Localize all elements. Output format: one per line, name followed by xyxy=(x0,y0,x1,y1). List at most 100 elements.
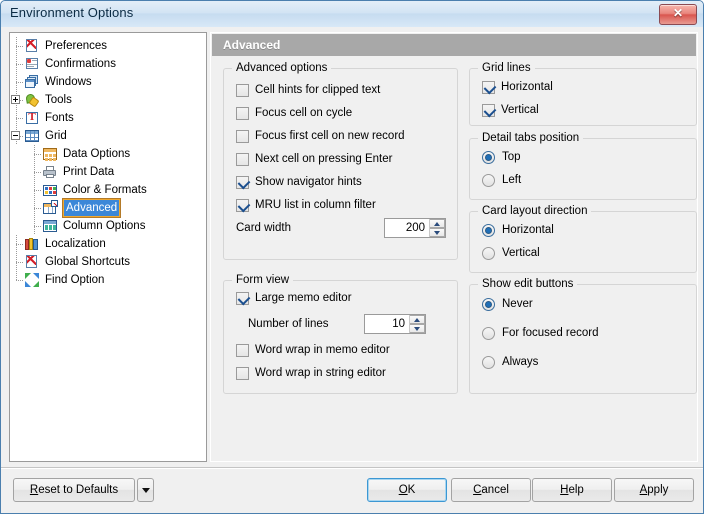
tree-connector-line xyxy=(16,64,23,65)
radio-button-always[interactable] xyxy=(482,356,495,369)
sidebar-item-label: Find Option xyxy=(45,274,105,286)
radio-button-top[interactable] xyxy=(482,151,495,164)
checkbox-box-focus-cell-on-cycle[interactable] xyxy=(236,107,249,120)
checkbox-label-cell-hints-for-clipped-text: Cell hints for clipped text xyxy=(255,84,381,96)
checkbox-label-next-cell-on-pressing-enter: Next cell on pressing Enter xyxy=(255,153,393,165)
radio-label-top: Top xyxy=(502,151,521,163)
checkbox-box-horizontal[interactable] xyxy=(482,81,495,94)
checkbox-box-cell-hints-for-clipped-text[interactable] xyxy=(236,84,249,97)
settings-tree: Preferences Confirmations Windows Tools T Fon… xyxy=(10,33,206,289)
checkbox-box-word-wrap-in-memo-editor[interactable] xyxy=(236,344,249,357)
help-button[interactable]: Help xyxy=(532,478,612,502)
sidebar-item-find-option[interactable]: Find Option xyxy=(10,271,206,289)
sidebar-item-preferences[interactable]: Preferences xyxy=(10,37,206,55)
ok-button-label: OK xyxy=(398,484,416,496)
card-width-increment-button[interactable] xyxy=(430,219,445,228)
checkbox-box-focus-first-cell-on-new-record[interactable] xyxy=(236,130,249,143)
checkbox-label-horizontal: Horizontal xyxy=(501,81,553,93)
radio-button-never[interactable] xyxy=(482,298,495,311)
checkbox-label-large-memo-editor: Large memo editor xyxy=(255,292,352,304)
data-options-icon xyxy=(42,146,58,162)
reset-to-defaults-button[interactable]: Reset to Defaults xyxy=(13,478,135,502)
sidebar-item-label: Column Options xyxy=(63,220,146,232)
tree-connector-line xyxy=(34,208,41,209)
cancel-button[interactable]: Cancel xyxy=(451,478,531,502)
tree-connector-line xyxy=(16,46,23,47)
sidebar-item-global-shortcuts[interactable]: Global Shortcuts xyxy=(10,253,206,271)
tools-icon xyxy=(24,92,40,108)
sidebar-item-label: Grid xyxy=(45,130,67,142)
title-bar: Environment Options ✕ xyxy=(1,1,703,28)
global-shortcuts-icon xyxy=(24,254,40,270)
column-options-icon xyxy=(42,218,58,234)
sidebar-item-print-data[interactable]: Print Data xyxy=(10,163,206,181)
sidebar-item-advanced[interactable]: Advanced xyxy=(10,198,206,218)
tree-connector-line xyxy=(16,244,23,245)
detail-tabs-position-group: Detail tabs position Top Left xyxy=(469,132,697,200)
radio-button-vertical[interactable] xyxy=(482,247,495,260)
card-layout-direction-group-title: Card layout direction xyxy=(478,205,592,217)
sidebar-item-label: Preferences xyxy=(45,40,108,52)
checkbox-box-word-wrap-in-string-editor[interactable] xyxy=(236,367,249,380)
close-button[interactable]: ✕ xyxy=(659,4,697,25)
tree-collapse-icon[interactable] xyxy=(11,131,20,140)
number-of-lines-label: Number of lines xyxy=(248,318,329,330)
number-of-lines-increment-button[interactable] xyxy=(410,315,425,324)
checkbox-box-next-cell-on-pressing-enter[interactable] xyxy=(236,153,249,166)
tree-connector-line xyxy=(16,262,23,263)
sidebar-item-localization[interactable]: Localization xyxy=(10,235,206,253)
sidebar-item-data-options[interactable]: Data Options xyxy=(10,145,206,163)
sidebar-item-label: Print Data xyxy=(63,166,115,178)
sidebar-item-color-formats[interactable]: Color & Formats xyxy=(10,181,206,199)
settings-content-panel: Advanced Advanced options Cell hints for… xyxy=(210,32,698,462)
ok-button[interactable]: OK xyxy=(367,478,447,502)
checkbox-label-word-wrap-in-memo-editor: Word wrap in memo editor xyxy=(255,344,390,356)
tree-connector-line xyxy=(16,280,23,281)
settings-tree-panel[interactable]: Preferences Confirmations Windows Tools T Fon… xyxy=(9,32,207,462)
number-of-lines-value[interactable]: 10 xyxy=(365,315,409,333)
close-icon: ✕ xyxy=(672,6,684,20)
grid-lines-group-title: Grid lines xyxy=(478,62,535,74)
card-width-value[interactable]: 200 xyxy=(385,219,429,237)
sidebar-item-column-options[interactable]: Column Options xyxy=(10,217,206,235)
footer-separator-highlight xyxy=(1,468,703,469)
radio-button-for-focused-record[interactable] xyxy=(482,327,495,340)
tree-expand-icon[interactable] xyxy=(11,95,20,104)
card-layout-direction-group: Card layout direction Horizontal Vertical xyxy=(469,205,697,273)
sidebar-item-label: Color & Formats xyxy=(63,184,147,196)
sidebar-item-label: Data Options xyxy=(63,148,131,160)
sidebar-item-label: Fonts xyxy=(45,112,74,124)
find-option-icon xyxy=(24,272,40,288)
localization-icon xyxy=(24,236,40,252)
sidebar-item-windows[interactable]: Windows xyxy=(10,73,206,91)
checkbox-box-vertical[interactable] xyxy=(482,104,495,117)
checkbox-box-large-memo-editor[interactable] xyxy=(236,292,249,305)
checkbox-box-show-navigator-hints[interactable] xyxy=(236,176,249,189)
number-of-lines-stepper[interactable]: 10 xyxy=(364,314,426,334)
sidebar-item-label: Confirmations xyxy=(45,58,116,70)
card-width-decrement-button[interactable] xyxy=(430,228,445,237)
radio-button-horizontal[interactable] xyxy=(482,224,495,237)
number-of-lines-decrement-button[interactable] xyxy=(410,324,425,333)
form-view-group-title: Form view xyxy=(232,274,294,286)
sidebar-item-confirmations[interactable]: Confirmations xyxy=(10,55,206,73)
sidebar-item-fonts[interactable]: T Fonts xyxy=(10,109,206,127)
checkbox-label-mru-list-in-column-filter: MRU list in column filter xyxy=(255,199,376,211)
reset-to-defaults-dropdown-button[interactable] xyxy=(137,478,154,502)
windows-icon xyxy=(24,74,40,90)
radio-label-vertical: Vertical xyxy=(502,247,540,259)
sidebar-item-label: Tools xyxy=(45,94,72,106)
help-button-label: Help xyxy=(560,484,584,496)
checkbox-box-mru-list-in-column-filter[interactable] xyxy=(236,199,249,212)
tree-connector-line xyxy=(16,271,17,280)
radio-label-left: Left xyxy=(502,174,522,186)
tree-connector-line xyxy=(34,154,41,155)
sidebar-item-tools[interactable]: Tools xyxy=(10,91,206,109)
radio-button-left[interactable] xyxy=(482,174,495,187)
tree-connector-line xyxy=(34,172,41,173)
sidebar-item-grid[interactable]: Grid xyxy=(10,127,206,145)
fonts-icon: T xyxy=(24,110,40,126)
apply-button[interactable]: Apply xyxy=(614,478,694,502)
card-width-stepper[interactable]: 200 xyxy=(384,218,446,238)
show-edit-buttons-group-title: Show edit buttons xyxy=(478,278,578,290)
